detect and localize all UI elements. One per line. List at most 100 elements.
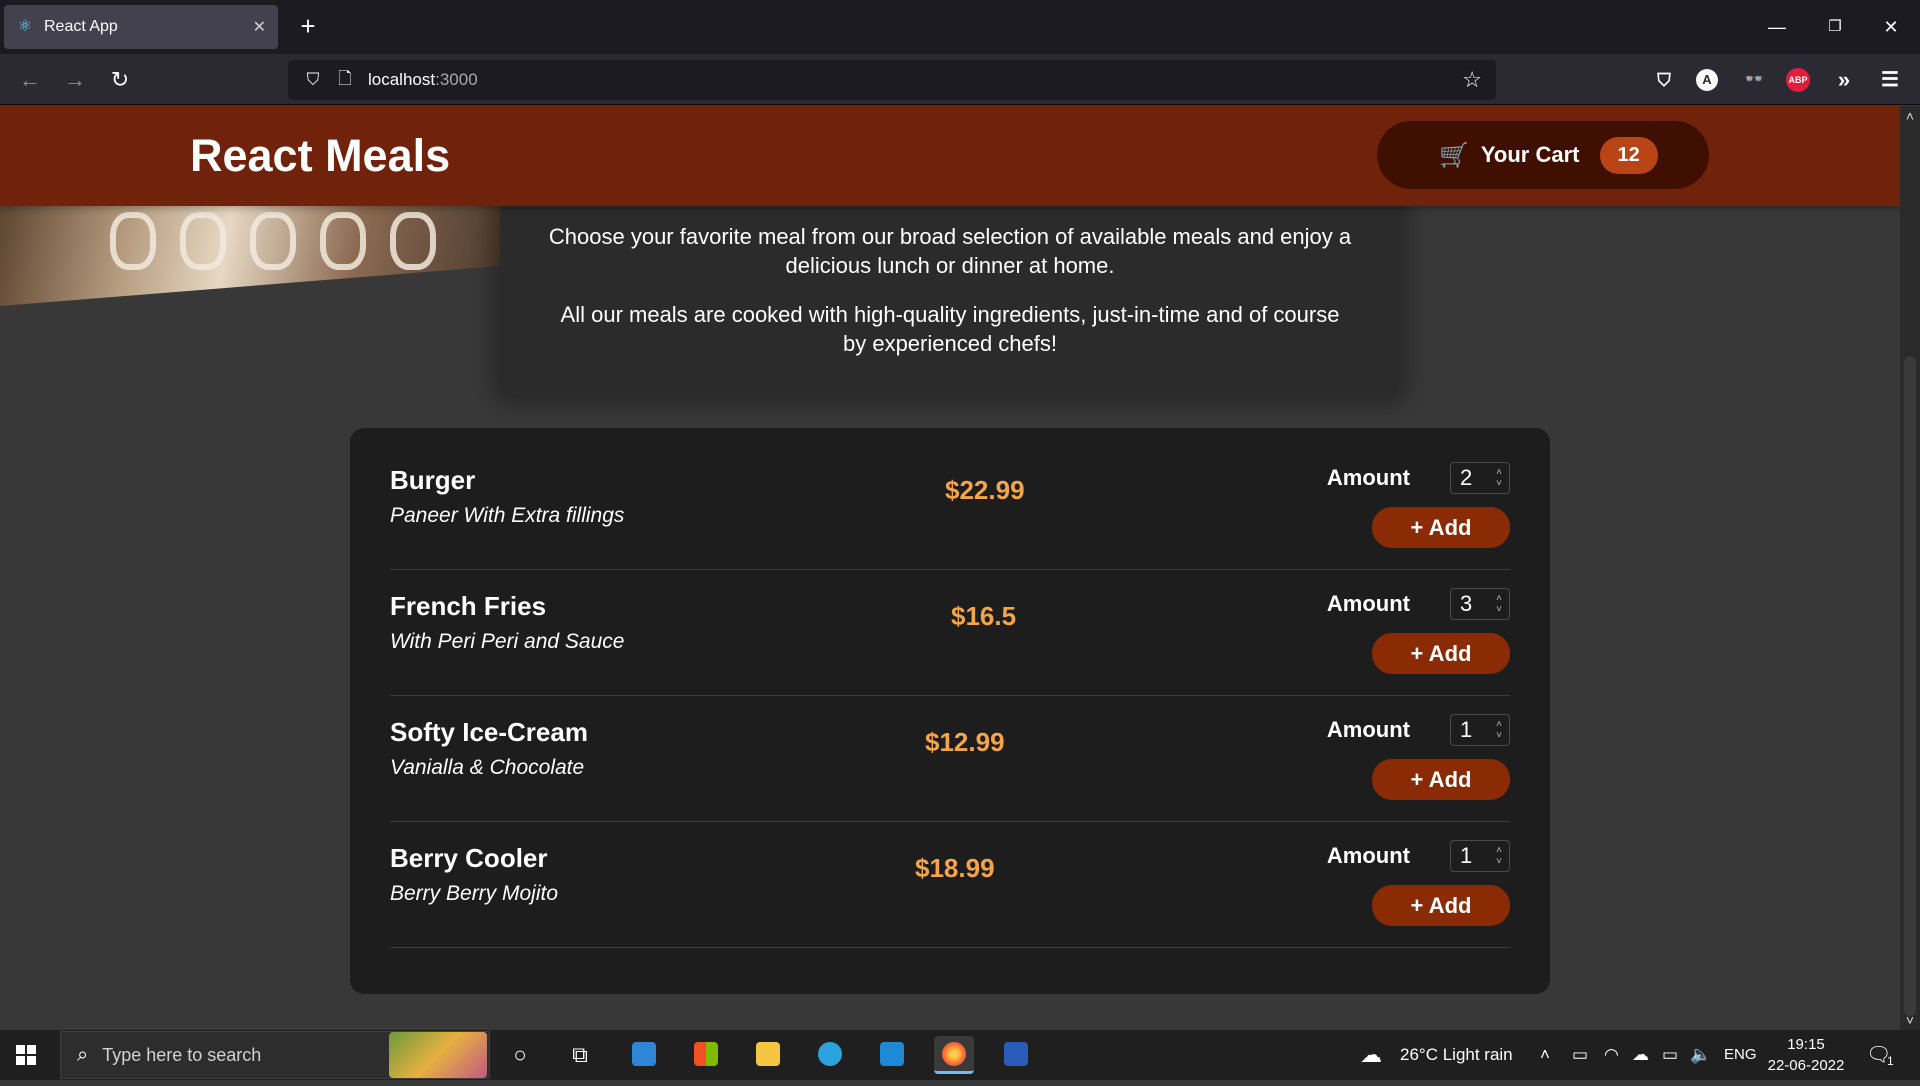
amount-label: Amount: [1326, 591, 1410, 616]
amount-value: 2: [1460, 465, 1473, 490]
language-indicator[interactable]: ENG: [1724, 1030, 1757, 1080]
add-button[interactable]: + Add: [1372, 759, 1510, 800]
store-app-icon[interactable]: [686, 1036, 726, 1074]
cart-button[interactable]: 🛒 Your Cart 12: [1377, 121, 1709, 189]
scroll-down-icon[interactable]: ˅: [1900, 1012, 1920, 1028]
url-port: :3000: [435, 70, 478, 89]
app-header: React Meals 🛒 Your Cart 12: [0, 106, 1900, 206]
url-host: localhost: [368, 70, 436, 89]
battery-icon[interactable]: ▭: [1662, 1030, 1678, 1080]
word-app-icon[interactable]: [996, 1036, 1036, 1074]
cart-icon: 🛒: [1439, 141, 1469, 169]
restore-icon[interactable]: ❐: [1812, 12, 1858, 42]
amount-input[interactable]: 1 ˄ ˅: [1450, 840, 1510, 872]
meet-now-icon[interactable]: ▭: [1572, 1030, 1588, 1080]
new-tab-button[interactable]: +: [294, 12, 322, 40]
spinner-arrows-icon[interactable]: ˄ ˅: [1496, 467, 1502, 489]
spinner-arrows-icon[interactable]: ˄ ˅: [1496, 593, 1502, 615]
amount-label: Amount: [1326, 465, 1410, 490]
cart-count-badge: 12: [1599, 136, 1658, 174]
browser-nav-bar: ← → ↻ ⛉ 🗋 localhost:3000 ☆ ⛉ A 👓 ABP » ☰: [0, 54, 1920, 105]
taskbar-clock[interactable]: 19:15 22-06-2022: [1762, 1034, 1850, 1076]
meal-item: French Fries With Peri Peri and Sauce $1…: [390, 570, 1510, 696]
spinner-arrows-icon[interactable]: ˄ ˅: [1496, 719, 1502, 741]
search-icon: ⌕: [77, 1043, 89, 1066]
meal-price: $12.99: [925, 727, 1005, 757]
overflow-chevrons-icon[interactable]: »: [1830, 66, 1858, 94]
account-extension-icon[interactable]: A: [1696, 69, 1718, 91]
meal-name: Softy Ice-Cream: [390, 717, 588, 747]
browser-tab-bar: ⚛ React App ✕ + — ❐ ✕: [0, 0, 1920, 54]
add-button[interactable]: + Add: [1372, 507, 1510, 548]
browser-tab[interactable]: ⚛ React App ✕: [4, 5, 278, 49]
meal-price: $16.5: [951, 601, 1017, 631]
page-scrollbar[interactable]: ˄ ˅: [1900, 106, 1920, 1030]
meal-description: Vanialla & Chocolate: [390, 756, 585, 779]
amount-value: 1: [1460, 717, 1473, 742]
spinner-arrows-icon[interactable]: ˄ ˅: [1496, 845, 1502, 867]
vscode-app-icon[interactable]: [872, 1036, 912, 1074]
reload-icon[interactable]: ↻: [104, 64, 136, 96]
add-button[interactable]: + Add: [1372, 633, 1510, 674]
url-bar[interactable]: ⛉ 🗋 localhost:3000 ☆: [288, 60, 1496, 100]
meal-price: $22.99: [945, 475, 1025, 505]
summary-paragraph: Choose your favorite meal from our broad…: [548, 224, 1352, 278]
search-placeholder: Type here to search: [102, 1044, 262, 1065]
weather-text[interactable]: 26°C Light rain: [1400, 1030, 1513, 1080]
meal-name: Berry Cooler: [390, 843, 548, 873]
clock-date: 22-06-2022: [1767, 1057, 1845, 1074]
meals-summary: Choose your favorite meal from our broad…: [500, 186, 1400, 396]
glasses-extension-icon[interactable]: 👓: [1740, 66, 1768, 94]
page-info-icon[interactable]: 🗋: [332, 66, 358, 95]
summary-paragraph: All our meals are cooked with high-quali…: [560, 302, 1340, 356]
page-viewport: React Meals 🛒 Your Cart 12 Choose your f…: [0, 106, 1900, 1030]
back-arrow-icon[interactable]: ←: [14, 64, 46, 96]
windows-taskbar: ⌕ Type here to search ○ ⧉ ☁ 26°C Light r…: [0, 1030, 1920, 1080]
onedrive-icon[interactable]: ☁: [1632, 1030, 1649, 1080]
pocket-icon[interactable]: ⛉: [1650, 66, 1678, 94]
available-meals-card: Burger Paneer With Extra fillings $22.99…: [350, 428, 1550, 994]
scrollbar-thumb[interactable]: [1904, 356, 1916, 1016]
tray-chevron-icon[interactable]: ˄: [1540, 1030, 1550, 1080]
search-highlight-image: [389, 1032, 487, 1078]
tab-title: React App: [44, 18, 118, 35]
amount-value: 1: [1460, 843, 1473, 868]
firefox-app-icon[interactable]: [934, 1036, 974, 1074]
bookmark-star-icon[interactable]: ☆: [1462, 67, 1482, 93]
close-window-icon[interactable]: ✕: [1868, 12, 1914, 42]
amount-label: Amount: [1326, 843, 1410, 868]
meal-name: French Fries: [390, 591, 547, 621]
file-explorer-icon[interactable]: [748, 1036, 788, 1074]
network-icon[interactable]: ◠: [1604, 1030, 1619, 1080]
meal-name: Burger: [390, 465, 476, 495]
cart-label: Your Cart: [1480, 142, 1580, 167]
amount-input[interactable]: 1 ˄ ˅: [1450, 714, 1510, 746]
minimize-icon[interactable]: —: [1754, 12, 1800, 42]
adblock-extension-icon[interactable]: ABP: [1786, 68, 1810, 92]
close-tab-icon[interactable]: ✕: [253, 17, 266, 37]
volume-icon[interactable]: 🔈: [1690, 1030, 1711, 1080]
clock-time: 19:15: [1787, 1036, 1825, 1053]
hero-image: [0, 206, 500, 306]
amount-input[interactable]: 3 ˄ ˅: [1450, 588, 1510, 620]
meal-price: $18.99: [915, 853, 995, 883]
meal-description: Paneer With Extra fillings: [390, 504, 625, 527]
scroll-up-icon[interactable]: ˄: [1900, 108, 1920, 124]
add-button[interactable]: + Add: [1372, 885, 1510, 926]
react-favicon-icon: ⚛: [17, 18, 33, 35]
amount-input[interactable]: 2 ˄ ˅: [1450, 462, 1510, 494]
task-view-icon[interactable]: ⧉: [560, 1038, 600, 1072]
shield-icon[interactable]: ⛉: [300, 70, 326, 90]
meal-item: Burger Paneer With Extra fillings $22.99…: [390, 444, 1510, 570]
forward-arrow-icon[interactable]: →: [59, 64, 91, 96]
meal-item: Softy Ice-Cream Vanialla & Chocolate $12…: [390, 696, 1510, 822]
amount-value: 3: [1460, 591, 1473, 616]
windows-start-icon[interactable]: [16, 1045, 36, 1065]
weather-icon[interactable]: ☁: [1360, 1030, 1382, 1080]
menu-hamburger-icon[interactable]: ☰: [1876, 66, 1904, 94]
telegram-app-icon[interactable]: [810, 1036, 850, 1074]
mail-app-icon[interactable]: [624, 1036, 664, 1074]
taskbar-search-box[interactable]: ⌕ Type here to search: [60, 1031, 490, 1079]
cortana-icon[interactable]: ○: [500, 1038, 540, 1072]
amount-label: Amount: [1326, 717, 1410, 742]
